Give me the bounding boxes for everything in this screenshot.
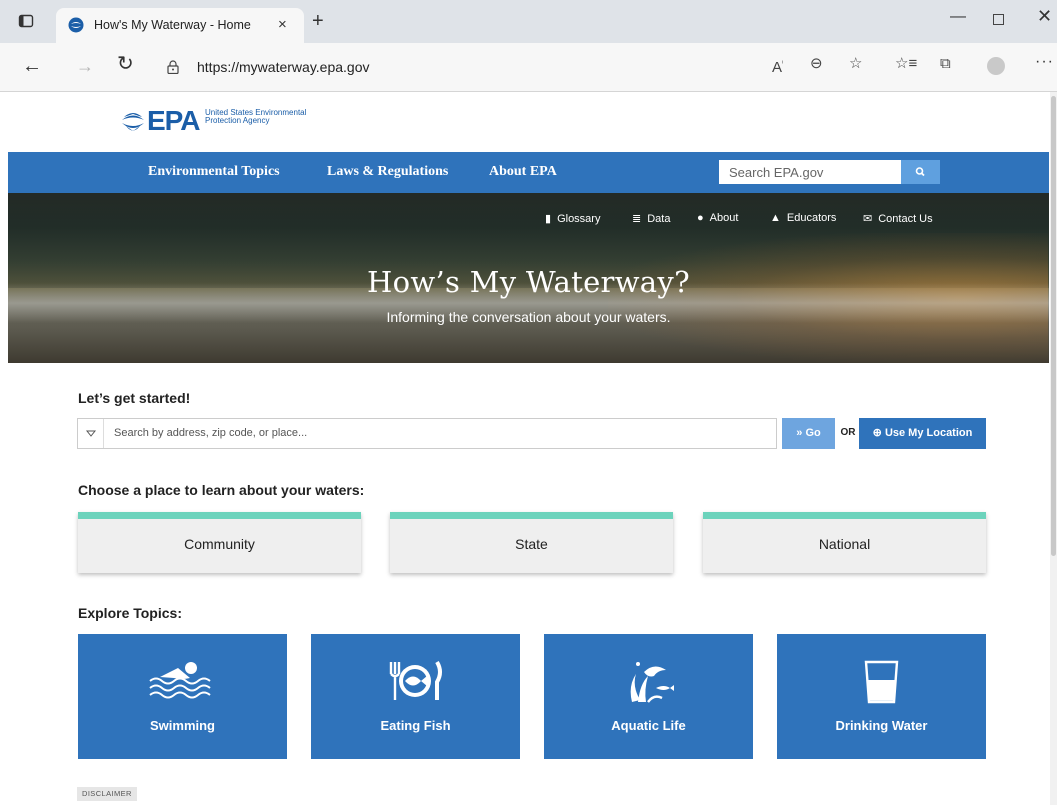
hero-link-educators[interactable]: ▲ Educators xyxy=(770,212,836,224)
page-title: How’s My Waterway? xyxy=(367,265,690,299)
hero-link-contact[interactable]: ✉ Contact Us xyxy=(863,212,933,225)
card-accent-bar xyxy=(78,512,361,519)
collections-icon[interactable]: ⧉ xyxy=(940,55,951,73)
place-label: State xyxy=(515,536,548,552)
places-heading: Choose a place to learn about your water… xyxy=(78,482,365,498)
search-placeholder: Search by address, zip code, or place... xyxy=(114,427,308,439)
epa-search-button[interactable] xyxy=(901,160,940,184)
minimize-icon[interactable]: — xyxy=(950,8,966,26)
card-accent-bar xyxy=(703,512,986,519)
swimmer-icon xyxy=(149,662,211,699)
epa-search-placeholder: Search EPA.gov xyxy=(729,165,824,180)
hero-banner: ▮ Glossary ≣ Data ● About ▲ Educators ✉ Conta… xyxy=(8,193,1049,363)
window-close-icon[interactable]: ✕ xyxy=(1037,6,1052,27)
forward-arrow-icon[interactable]: → xyxy=(76,55,94,77)
url-field[interactable]: https://mywaterway.epa.gov xyxy=(157,52,857,83)
topic-card-drinking-water[interactable]: Drinking Water xyxy=(777,634,986,759)
crosshair-icon: ⊕ xyxy=(872,427,882,439)
epa-main-nav: Environmental Topics Laws & Regulations … xyxy=(8,152,1049,193)
place-card-community[interactable]: Community xyxy=(78,512,361,573)
browser-tab[interactable]: How's My Waterway - Home × xyxy=(56,8,304,43)
hero-link-data[interactable]: ≣ Data xyxy=(632,212,670,225)
favorites-icon[interactable]: ☆≡ xyxy=(895,55,917,73)
page-content: EPA United States Environmental Protecti… xyxy=(8,92,1049,805)
place-label: Community xyxy=(184,536,255,552)
search-heading: Let’s get started! xyxy=(78,390,191,406)
go-button[interactable]: » Go xyxy=(782,418,835,449)
profile-avatar[interactable] xyxy=(987,57,1005,75)
scrollbar-thumb[interactable] xyxy=(1051,96,1056,556)
epa-wordmark: EPA xyxy=(147,105,200,136)
location-search-input[interactable]: Search by address, zip code, or place... xyxy=(77,418,777,449)
topic-label: Swimming xyxy=(149,718,215,733)
zoom-out-icon[interactable]: ⊖ xyxy=(810,55,823,73)
lock-icon xyxy=(167,60,179,74)
book-icon: ▮ xyxy=(545,213,552,225)
favorite-add-icon[interactable]: ☆ xyxy=(849,55,862,73)
tab-actions-icon[interactable] xyxy=(18,13,34,29)
disclaimer-button[interactable]: DISCLAIMER xyxy=(77,787,137,801)
or-separator: OR xyxy=(840,427,856,438)
url-text: https://mywaterway.epa.gov xyxy=(197,59,370,75)
place-card-national[interactable]: National xyxy=(703,512,986,573)
aquatic-life-icon xyxy=(630,662,674,703)
nav-environmental-topics[interactable]: Environmental Topics xyxy=(148,164,280,180)
back-arrow-icon[interactable]: ← xyxy=(22,55,42,77)
epa-agency-name: United States Environmental Protection A… xyxy=(205,108,307,125)
search-source-dropdown[interactable] xyxy=(78,419,104,448)
topic-label: Aquatic Life xyxy=(611,718,686,733)
info-icon: ● xyxy=(697,212,704,224)
water-glass-icon xyxy=(864,660,899,704)
epa-mark-icon xyxy=(122,113,144,131)
topic-card-eating-fish[interactable]: Eating Fish xyxy=(311,634,520,759)
address-bar: ← → ↻ https://mywaterway.epa.gov Aⁱ ⊖ ☆ … xyxy=(0,43,1057,92)
page-subtitle: Informing the conversation about your wa… xyxy=(386,309,671,325)
database-icon: ≣ xyxy=(632,213,642,225)
hero-link-glossary[interactable]: ▮ Glossary xyxy=(545,212,600,225)
chevron-down-icon xyxy=(85,430,97,437)
place-label: National xyxy=(818,536,871,552)
topic-label: Eating Fish xyxy=(380,718,451,733)
search-icon xyxy=(915,167,925,177)
fish-plate-icon xyxy=(389,660,442,700)
topics-heading: Explore Topics: xyxy=(78,605,182,621)
graduation-cap-icon: ▲ xyxy=(770,212,781,224)
read-aloud-icon[interactable]: Aⁱ xyxy=(772,55,783,77)
tab-close-icon[interactable]: × xyxy=(278,17,287,33)
nav-laws-regulations[interactable]: Laws & Regulations xyxy=(327,164,448,180)
browser-tab-bar: How's My Waterway - Home × + — ✕ xyxy=(0,0,1057,43)
new-tab-icon[interactable]: + xyxy=(312,11,324,31)
more-options-icon[interactable]: ··· xyxy=(1035,53,1054,71)
tab-title: How's My Waterway - Home xyxy=(94,18,251,32)
place-card-state[interactable]: State xyxy=(390,512,673,573)
nav-about-epa[interactable]: About EPA xyxy=(489,164,557,180)
epa-favicon-icon xyxy=(68,17,84,33)
topic-card-swimming[interactable]: Swimming xyxy=(78,634,287,759)
topic-label: Drinking Water xyxy=(835,718,928,733)
card-accent-bar xyxy=(390,512,673,519)
epa-search-input[interactable]: Search EPA.gov xyxy=(719,160,902,184)
maximize-icon[interactable] xyxy=(993,14,1004,25)
refresh-icon[interactable]: ↻ xyxy=(117,53,134,75)
envelope-icon: ✉ xyxy=(863,213,873,225)
topic-card-aquatic-life[interactable]: Aquatic Life xyxy=(544,634,753,759)
double-chevron-right-icon: » xyxy=(796,427,803,439)
use-my-location-button[interactable]: ⊕ Use My Location xyxy=(859,418,986,449)
hero-link-about[interactable]: ● About xyxy=(697,212,738,224)
